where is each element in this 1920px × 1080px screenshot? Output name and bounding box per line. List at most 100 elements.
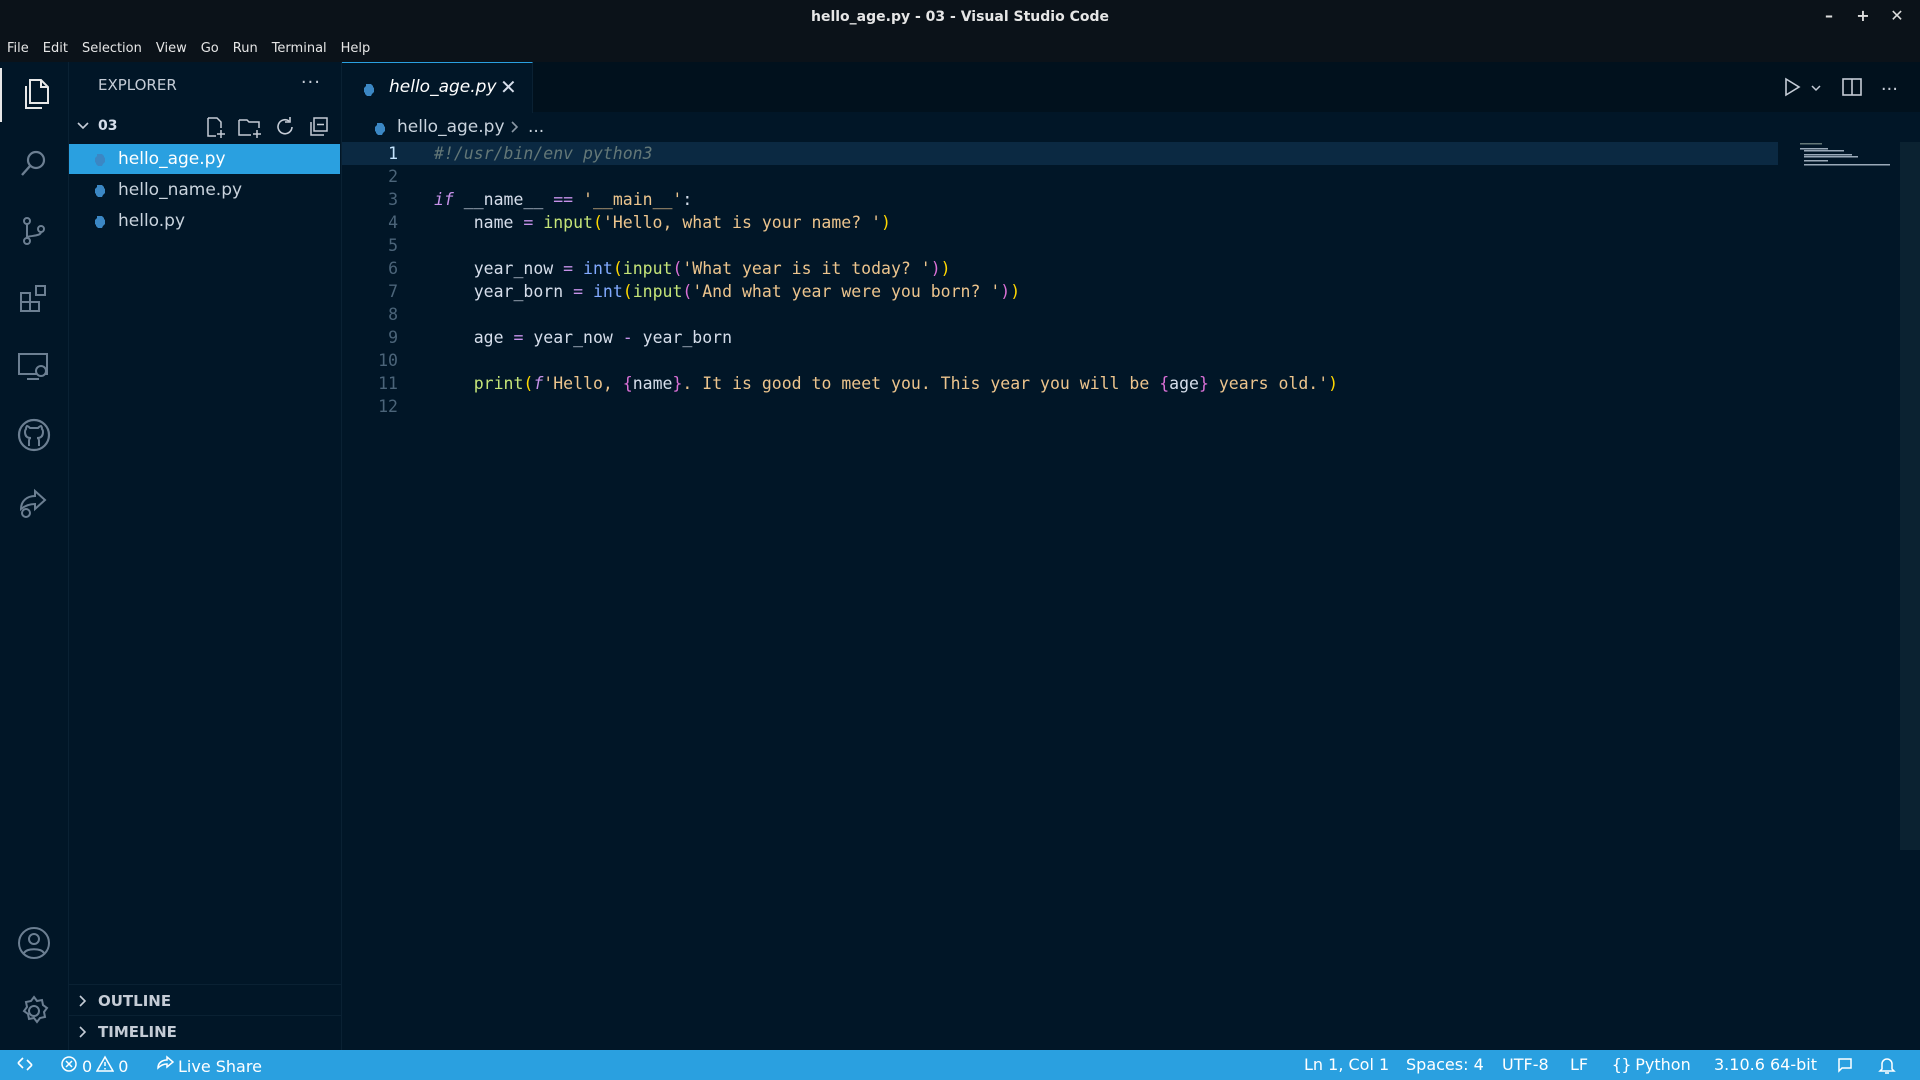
code-token: 'Hello, what is your name? ' (602, 213, 882, 232)
code-token: years old.' (1208, 374, 1329, 393)
code-text: year_born = int(input('And what year wer… (434, 282, 1020, 301)
problems-indicator[interactable]: 0 0 (60, 1055, 128, 1077)
code-token: = (573, 282, 584, 301)
settings-gear-icon[interactable] (0, 984, 68, 1038)
search-icon[interactable] (0, 136, 68, 190)
refresh-icon[interactable] (273, 115, 297, 143)
end-of-line[interactable]: LF (1570, 1055, 1588, 1074)
code-token: input (632, 282, 683, 301)
code-line[interactable]: 4 name = input('Hello, what is your name… (342, 211, 1778, 234)
remote-indicator[interactable] (16, 1055, 34, 1077)
timeline-section[interactable]: TIMELINE (69, 1015, 341, 1046)
code-line[interactable]: 1 #!/usr/bin/env python3 (342, 142, 1778, 165)
close-tab-icon[interactable]: ✕ (500, 75, 517, 99)
github-icon[interactable] (0, 408, 68, 462)
code-token: . It is good to meet you. This year you … (682, 374, 1160, 393)
explorer-sidebar: EXPLORER ··· 03 hello_age.py hello_name.… (69, 62, 342, 1050)
code-token: int (592, 282, 623, 301)
editor-actions: ··· (1781, 76, 1898, 102)
minimap[interactable] (1800, 142, 1890, 172)
explorer-icon[interactable] (0, 68, 70, 122)
breadcrumb: hello_age.py ... (342, 112, 1920, 142)
code-line[interactable]: 6 year_now = int(input('What year is it … (342, 257, 1778, 280)
accounts-icon[interactable] (0, 916, 68, 970)
menu-run[interactable]: Run (226, 41, 265, 56)
menu-bar: File Edit Selection View Go Run Terminal… (0, 34, 1920, 62)
code-token: = (513, 328, 524, 347)
more-actions-icon[interactable]: ··· (301, 72, 321, 93)
window-controls: – + ✕ (1818, 5, 1908, 27)
live-share-status[interactable]: Live Share (156, 1055, 262, 1077)
warning-count: 0 (118, 1056, 129, 1076)
python-file-icon (93, 183, 107, 203)
code-line[interactable]: 11 print(f'Hello, {name}. It is good to … (342, 372, 1778, 395)
menu-help[interactable]: Help (334, 41, 378, 56)
menu-view[interactable]: View (149, 41, 194, 56)
timeline-label: TIMELINE (98, 1023, 177, 1041)
file-item-hello-age[interactable]: hello_age.py (69, 144, 340, 174)
code-token: ) (940, 259, 951, 278)
code-token: '__main__' (573, 190, 683, 209)
new-file-icon[interactable] (203, 115, 227, 143)
outline-section[interactable]: OUTLINE (69, 984, 341, 1015)
code-line[interactable]: 8 (342, 303, 1778, 326)
code-token: f (533, 374, 544, 393)
code-text: year_now = int(input('What year is it to… (434, 259, 951, 278)
code-line[interactable]: 12 (342, 395, 1778, 418)
encoding[interactable]: UTF-8 (1502, 1055, 1549, 1074)
code-line[interactable]: 9 age = year_now - year_born (342, 326, 1778, 349)
code-token: name (632, 374, 673, 393)
more-actions-icon[interactable]: ··· (1881, 79, 1898, 100)
breadcrumb-file[interactable]: hello_age.py (397, 117, 505, 137)
code-line[interactable]: 3 if __name__ == '__main__': (342, 188, 1778, 211)
language-mode[interactable]: {} Python (1612, 1055, 1691, 1074)
breadcrumb-more[interactable]: ... (528, 117, 544, 137)
python-file-icon (373, 121, 387, 141)
vertical-scrollbar[interactable] (1900, 142, 1920, 850)
file-item-label: hello.py (118, 211, 186, 231)
code-token: 'What year is it today? ' (682, 259, 931, 278)
code-line[interactable]: 2 (342, 165, 1778, 188)
notifications-bell-icon[interactable] (1878, 1055, 1896, 1075)
menu-file[interactable]: File (0, 41, 36, 56)
code-line[interactable]: 10 (342, 349, 1778, 372)
close-window-icon[interactable]: ✕ (1886, 5, 1908, 27)
menu-edit[interactable]: Edit (36, 41, 75, 56)
code-token: 'Hello, (543, 374, 623, 393)
code-editor[interactable]: 1 #!/usr/bin/env python3 2 3 if __name__ == … (342, 142, 1920, 1050)
code-token: print (473, 374, 524, 393)
code-token: 'And what year were you born? ' (692, 282, 1001, 301)
tab-hello-age[interactable]: hello_age.py ✕ (342, 62, 533, 113)
new-folder-icon[interactable] (237, 115, 263, 143)
run-dropdown-chevron-icon[interactable] (1809, 80, 1823, 99)
python-interpreter[interactable]: 3.10.6 64-bit (1714, 1055, 1817, 1074)
chevron-right-icon (75, 993, 91, 1013)
split-editor-icon[interactable] (1841, 76, 1863, 102)
run-icon[interactable] (1781, 76, 1803, 102)
code-token: ) (1328, 374, 1339, 393)
menu-go[interactable]: Go (194, 41, 226, 56)
live-share-icon[interactable] (0, 476, 68, 530)
code-line[interactable]: 5 (342, 234, 1778, 257)
indentation[interactable]: Spaces: 4 (1406, 1055, 1484, 1074)
cursor-position[interactable]: Ln 1, Col 1 (1304, 1055, 1389, 1074)
code-line[interactable]: 7 year_born = int(input('And what year w… (342, 280, 1778, 303)
file-item-hello-name[interactable]: hello_name.py (69, 175, 340, 205)
menu-selection[interactable]: Selection (75, 41, 149, 56)
editor-tab-bar: hello_age.py ✕ ··· (342, 62, 1920, 113)
file-item-hello[interactable]: hello.py (69, 206, 340, 236)
minimize-icon[interactable]: – (1818, 5, 1840, 27)
folder-name: 03 (98, 118, 118, 134)
remote-explorer-icon[interactable] (0, 340, 68, 394)
extensions-icon[interactable] (0, 272, 68, 326)
feedback-icon[interactable] (1836, 1055, 1856, 1075)
maximize-icon[interactable]: + (1852, 5, 1874, 27)
source-control-icon[interactable] (0, 204, 68, 258)
collapse-all-icon[interactable] (307, 115, 331, 143)
chevron-right-icon (509, 117, 521, 142)
line-number: 4 (388, 213, 398, 232)
folder-row[interactable]: 03 (69, 114, 341, 140)
line-number: 6 (388, 259, 398, 278)
menu-terminal[interactable]: Terminal (265, 41, 334, 56)
